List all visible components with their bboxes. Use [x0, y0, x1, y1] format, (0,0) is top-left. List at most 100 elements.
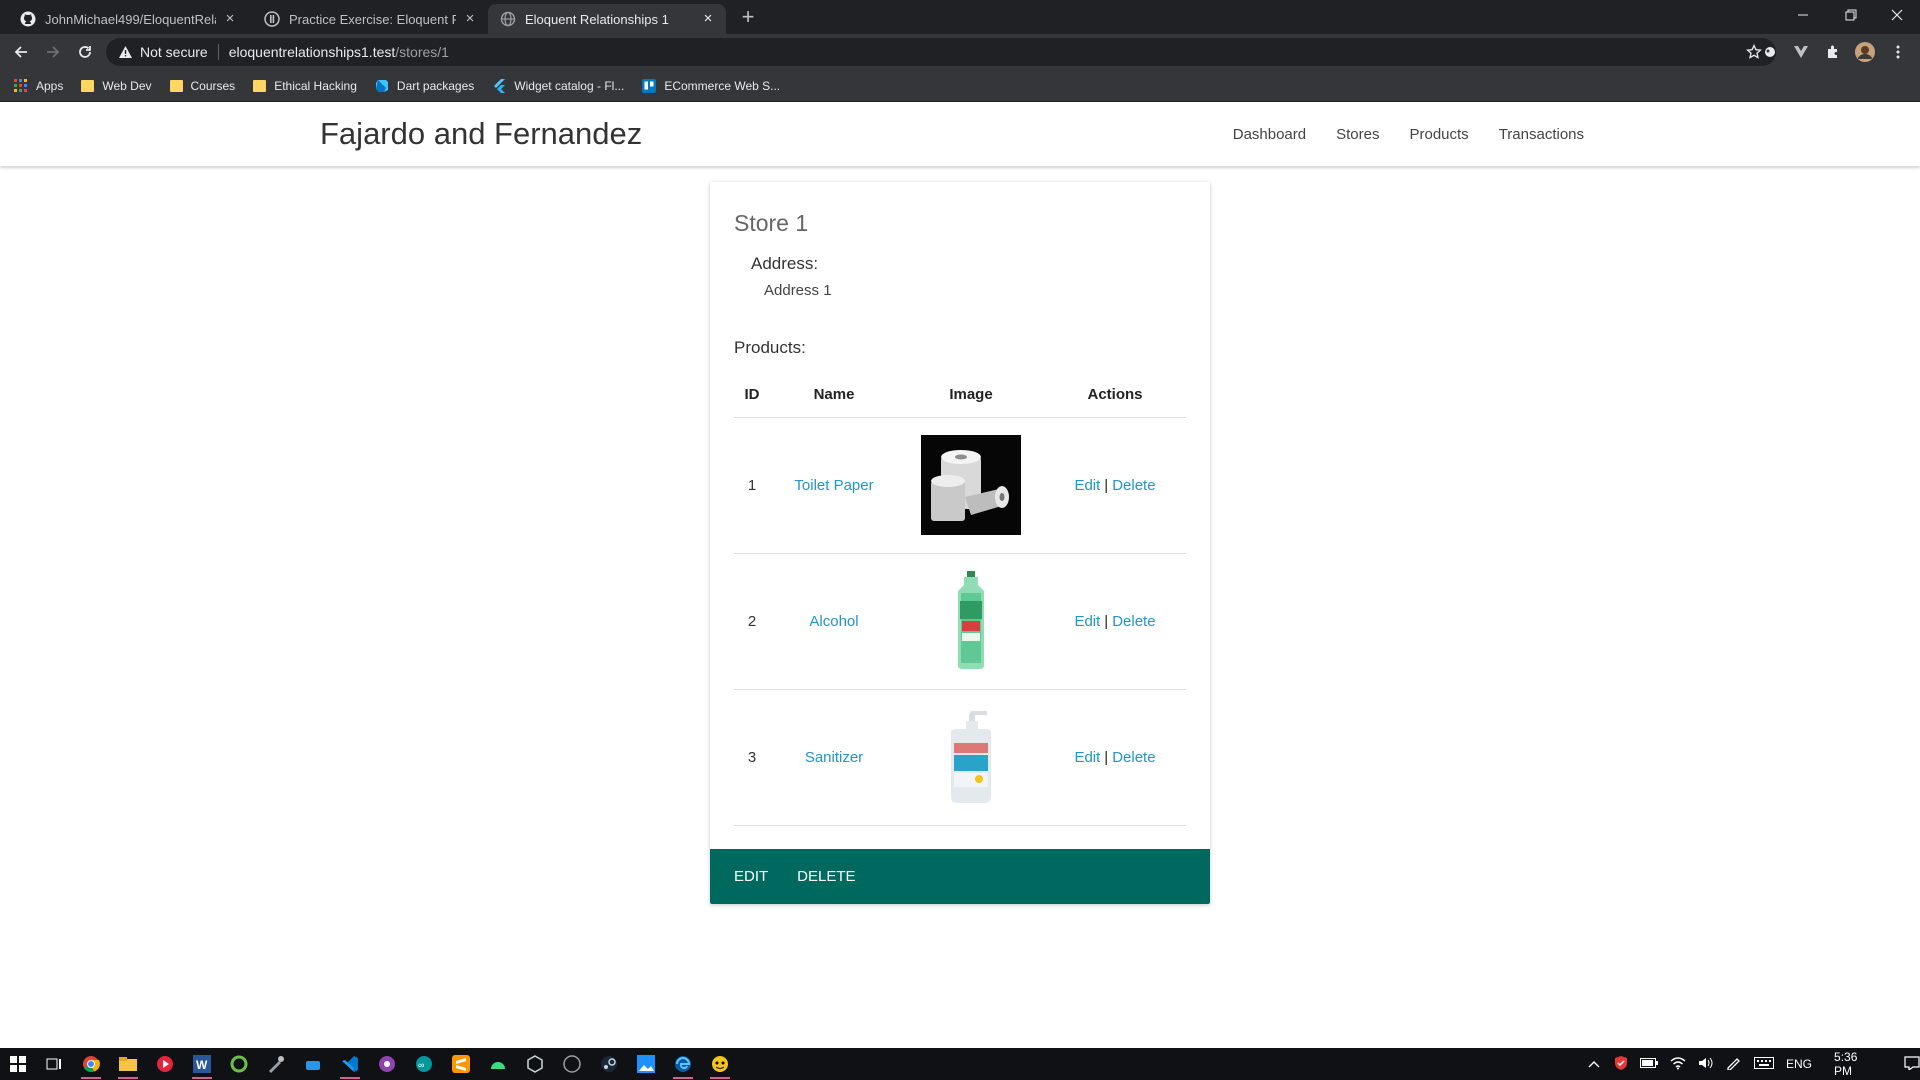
- restore-icon[interactable]: [1828, 0, 1874, 30]
- edit-link[interactable]: Edit: [1074, 749, 1100, 766]
- nav-stores[interactable]: Stores: [1336, 126, 1379, 143]
- tab-title: Practice Exercise: Eloquent Relati: [289, 11, 456, 27]
- nav-products[interactable]: Products: [1409, 126, 1468, 143]
- bookmark-widget-catalog[interactable]: Widget catalog - Fl...: [492, 78, 625, 93]
- card-action-bar: EDIT DELETE: [710, 849, 1210, 904]
- task-view-icon[interactable]: [42, 1052, 66, 1076]
- product-name-link[interactable]: Toilet Paper: [794, 477, 873, 494]
- docker-icon[interactable]: [301, 1052, 325, 1076]
- bookmark-label: Dart packages: [396, 78, 475, 93]
- close-tab-icon[interactable]: ×: [222, 11, 238, 27]
- nav-dashboard[interactable]: Dashboard: [1233, 126, 1306, 143]
- tab-practice-exercise[interactable]: Practice Exercise: Eloquent Relati ×: [252, 4, 488, 34]
- minimize-icon[interactable]: [1780, 0, 1826, 30]
- bookmark-dart-packages[interactable]: Dart packages: [375, 79, 474, 93]
- keyboard-icon[interactable]: [1754, 1056, 1774, 1072]
- steam-icon[interactable]: [597, 1052, 621, 1076]
- product-name-link[interactable]: Sanitizer: [805, 749, 863, 766]
- pen-icon[interactable]: [1726, 1056, 1742, 1073]
- file-explorer-icon[interactable]: [116, 1052, 140, 1079]
- tab-title: Eloquent Relationships 1: [525, 11, 669, 27]
- edit-store-button[interactable]: EDIT: [734, 868, 768, 885]
- close-tab-icon[interactable]: ×: [700, 11, 716, 27]
- bookmark-apps[interactable]: Apps: [14, 78, 64, 93]
- profile-avatar-icon[interactable]: [1855, 42, 1875, 62]
- column-header-name: Name: [770, 372, 898, 418]
- language-indicator[interactable]: ENG: [1786, 1057, 1812, 1071]
- bookmark-label: ECommerce Web S...: [664, 78, 781, 93]
- svg-text:W: W: [196, 1058, 208, 1072]
- url-path: /stores/1: [395, 44, 449, 60]
- media-player-icon[interactable]: [153, 1052, 177, 1076]
- alcohol-bottle-image: [921, 571, 1021, 671]
- nav-transactions[interactable]: Transactions: [1499, 126, 1584, 143]
- android-studio-icon[interactable]: [486, 1052, 510, 1076]
- reload-icon[interactable]: [73, 40, 97, 64]
- address-bar[interactable]: Not secure eloquentrelationships1.test/s…: [106, 38, 1776, 66]
- clock[interactable]: 5:36 PM: [1834, 1050, 1876, 1078]
- bookmark-label: Widget catalog - Fl...: [514, 78, 625, 93]
- tools-app-icon[interactable]: [264, 1052, 288, 1076]
- action-separator: |: [1104, 748, 1109, 766]
- chevron-up-icon[interactable]: [1588, 1057, 1600, 1071]
- browser-menu-icon[interactable]: [1888, 42, 1908, 62]
- svg-text:∞: ∞: [418, 1060, 424, 1070]
- vue-devtools-icon[interactable]: [1791, 42, 1811, 62]
- close-window-icon[interactable]: [1874, 0, 1920, 30]
- delete-link[interactable]: Delete: [1112, 477, 1155, 494]
- tab-eloquent-relationships[interactable]: Eloquent Relationships 1 ×: [488, 4, 726, 34]
- puzzle-extensions-icon[interactable]: [1823, 42, 1843, 62]
- edit-link[interactable]: Edit: [1074, 613, 1100, 630]
- trello-icon: [642, 78, 657, 93]
- delete-link[interactable]: Delete: [1112, 749, 1155, 766]
- podcast-app-icon[interactable]: [375, 1052, 399, 1076]
- bookmark-label: Apps: [36, 78, 64, 93]
- virtualbox-icon[interactable]: [523, 1052, 547, 1076]
- extension-icon[interactable]: [1760, 42, 1780, 62]
- forward-arrow-icon[interactable]: [41, 40, 65, 64]
- back-arrow-icon[interactable]: [9, 40, 33, 64]
- warning-icon[interactable]: [118, 45, 133, 59]
- chrome-taskbar-icon[interactable]: [79, 1052, 103, 1079]
- notifications-icon[interactable]: [1904, 1055, 1920, 1073]
- wifi-icon[interactable]: [1670, 1056, 1686, 1073]
- windows-start-icon[interactable]: [6, 1052, 30, 1076]
- battery-icon[interactable]: [1640, 1057, 1658, 1071]
- product-name-link[interactable]: Alcohol: [809, 613, 858, 630]
- arduino-icon[interactable]: ∞: [412, 1052, 436, 1076]
- github-desktop-icon[interactable]: [560, 1052, 584, 1076]
- delete-store-button[interactable]: DELETE: [797, 868, 855, 885]
- sync-app-icon[interactable]: [227, 1052, 251, 1076]
- action-separator: |: [1104, 476, 1109, 494]
- site-header: Fajardo and Fernandez Dashboard Stores P…: [0, 102, 1920, 166]
- edit-link[interactable]: Edit: [1074, 477, 1100, 494]
- folder-icon: [81, 79, 95, 92]
- new-tab-button[interactable]: +: [736, 5, 760, 29]
- tab-github[interactable]: JohnMichael499/EloquentRelatio ×: [8, 4, 248, 34]
- vscode-icon[interactable]: [338, 1052, 362, 1079]
- bookmark-web-dev[interactable]: Web Dev: [81, 79, 152, 93]
- bookmark-courses[interactable]: Courses: [169, 79, 235, 93]
- product-id: 3: [734, 689, 770, 826]
- close-tab-icon[interactable]: ×: [462, 11, 478, 27]
- game-app-icon[interactable]: [708, 1052, 732, 1079]
- flutter-icon: [492, 78, 506, 93]
- delete-link[interactable]: Delete: [1112, 613, 1155, 630]
- sublime-icon[interactable]: [449, 1052, 473, 1076]
- apps-grid-icon: [14, 78, 28, 93]
- edge-icon[interactable]: [671, 1052, 695, 1079]
- dart-icon: [375, 79, 389, 93]
- word-icon[interactable]: W: [190, 1052, 214, 1079]
- bookmark-ethical-hacking[interactable]: Ethical Hacking: [253, 79, 357, 93]
- shield-icon[interactable]: [1614, 1055, 1628, 1074]
- bookmark-ecommerce[interactable]: ECommerce Web S...: [642, 78, 781, 93]
- volume-icon[interactable]: [1698, 1056, 1714, 1073]
- site-brand[interactable]: Fajardo and Fernandez: [320, 116, 642, 152]
- photos-app-icon[interactable]: [634, 1052, 658, 1076]
- web-page: Fajardo and Fernandez Dashboard Stores P…: [0, 102, 1920, 1048]
- products-label: Products:: [734, 338, 806, 357]
- bookmarks-bar: Apps Web Dev Courses Ethical Hacking Dar…: [0, 70, 1920, 102]
- url-host: eloquentrelationships1.test: [228, 44, 396, 60]
- security-label[interactable]: Not secure: [140, 44, 208, 60]
- github-icon: [20, 11, 36, 27]
